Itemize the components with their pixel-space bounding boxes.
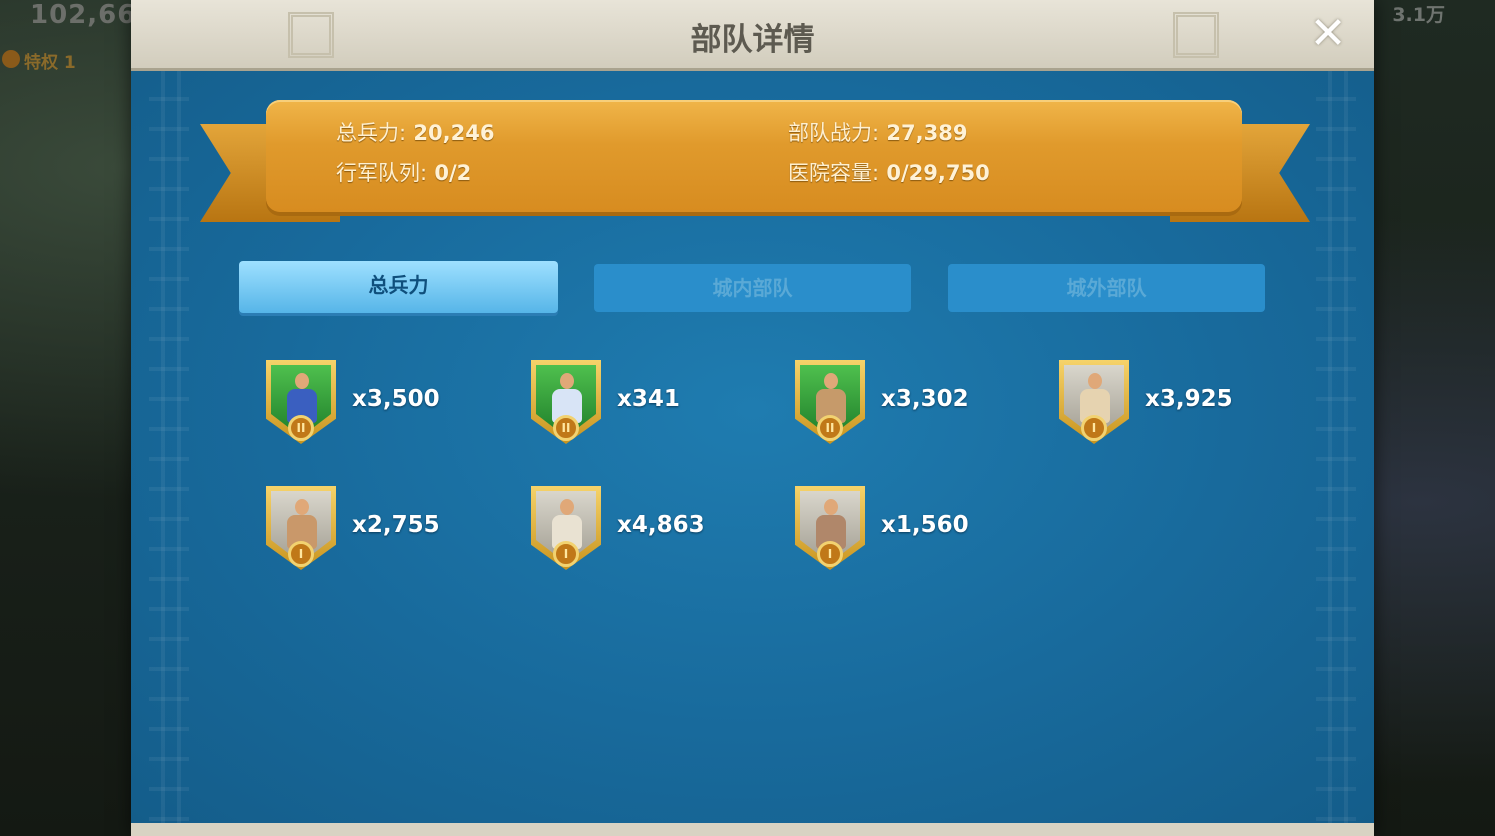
stat-troop-power-label: 部队战力: — [788, 121, 880, 145]
tier-medal-icon: II — [553, 415, 579, 441]
troop-card[interactable]: Ix4,863 — [531, 486, 751, 576]
tab-total-troops[interactable]: 总兵力 — [239, 261, 558, 313]
background-resource-right: 3.1万 — [1392, 4, 1445, 26]
troop-card[interactable]: II x3,500 — [266, 360, 486, 450]
modal-bottom-edge — [131, 823, 1374, 836]
troop-count: x1,560 — [881, 512, 969, 538]
troop-card[interactable]: Ix3,925 — [1059, 360, 1279, 450]
troop-count: x3,925 — [1145, 386, 1233, 412]
troop-count: x341 — [617, 386, 680, 412]
troop-count: x3,302 — [881, 386, 969, 412]
tier-medal-icon: I — [553, 541, 579, 567]
troop-figure-head — [824, 373, 838, 389]
tab-troops-in-city[interactable]: 城内部队 — [594, 264, 911, 312]
modal-titlebar: 部队详情 ✕ — [131, 0, 1374, 71]
stat-hospital-capacity: 医院容量: 0/29,750 — [788, 157, 990, 187]
troop-card[interactable]: Ix1,560 — [795, 486, 1015, 576]
troop-card[interactable]: Ix2,755 — [266, 486, 486, 576]
troop-count: x2,755 — [352, 512, 440, 538]
tier-medal-icon: I — [1081, 415, 1107, 441]
troop-count: x3,500 — [352, 386, 440, 412]
stat-march-queue-label: 行军队列: — [336, 161, 428, 185]
stat-hospital-capacity-value: 0/29,750 — [886, 161, 990, 185]
troop-figure-head — [560, 499, 574, 515]
stat-hospital-capacity-label: 医院容量: — [788, 161, 880, 185]
resource-counter: 102,66 — [30, 0, 137, 30]
tier-medal-icon: II — [288, 415, 314, 441]
vip-label: 特权 1 — [24, 53, 76, 73]
vip-icon — [2, 50, 20, 68]
tier-medal-icon: I — [817, 541, 843, 567]
stat-total-troops: 总兵力: 20,246 — [336, 117, 494, 147]
vip-badge[interactable]: 特权 1 — [0, 48, 76, 73]
tier-medal-icon: II — [817, 415, 843, 441]
stat-total-troops-label: 总兵力: — [336, 121, 407, 145]
troop-figure-head — [824, 499, 838, 515]
troop-card[interactable]: II x3,302 — [795, 360, 1015, 450]
stat-troop-power: 部队战力: 27,389 — [788, 117, 967, 147]
tab-troops-outside-city[interactable]: 城外部队 — [948, 264, 1265, 312]
border-pattern-left — [149, 71, 189, 823]
troop-figure-head — [560, 373, 574, 389]
tier-medal-icon: I — [288, 541, 314, 567]
troop-figure-head — [295, 373, 309, 389]
title-ornament-right-icon — [1173, 12, 1219, 58]
border-pattern-right — [1316, 71, 1356, 823]
close-icon[interactable]: ✕ — [1306, 12, 1350, 56]
stat-troop-power-value: 27,389 — [886, 121, 968, 145]
troop-card[interactable]: II x341 — [531, 360, 751, 450]
troop-count: x4,863 — [617, 512, 705, 538]
troop-figure-head — [1088, 373, 1102, 389]
troop-figure-head — [295, 499, 309, 515]
stat-total-troops-value: 20,246 — [413, 121, 495, 145]
stat-march-queue: 行军队列: 0/2 — [336, 157, 471, 187]
stat-march-queue-value: 0/2 — [434, 161, 472, 185]
